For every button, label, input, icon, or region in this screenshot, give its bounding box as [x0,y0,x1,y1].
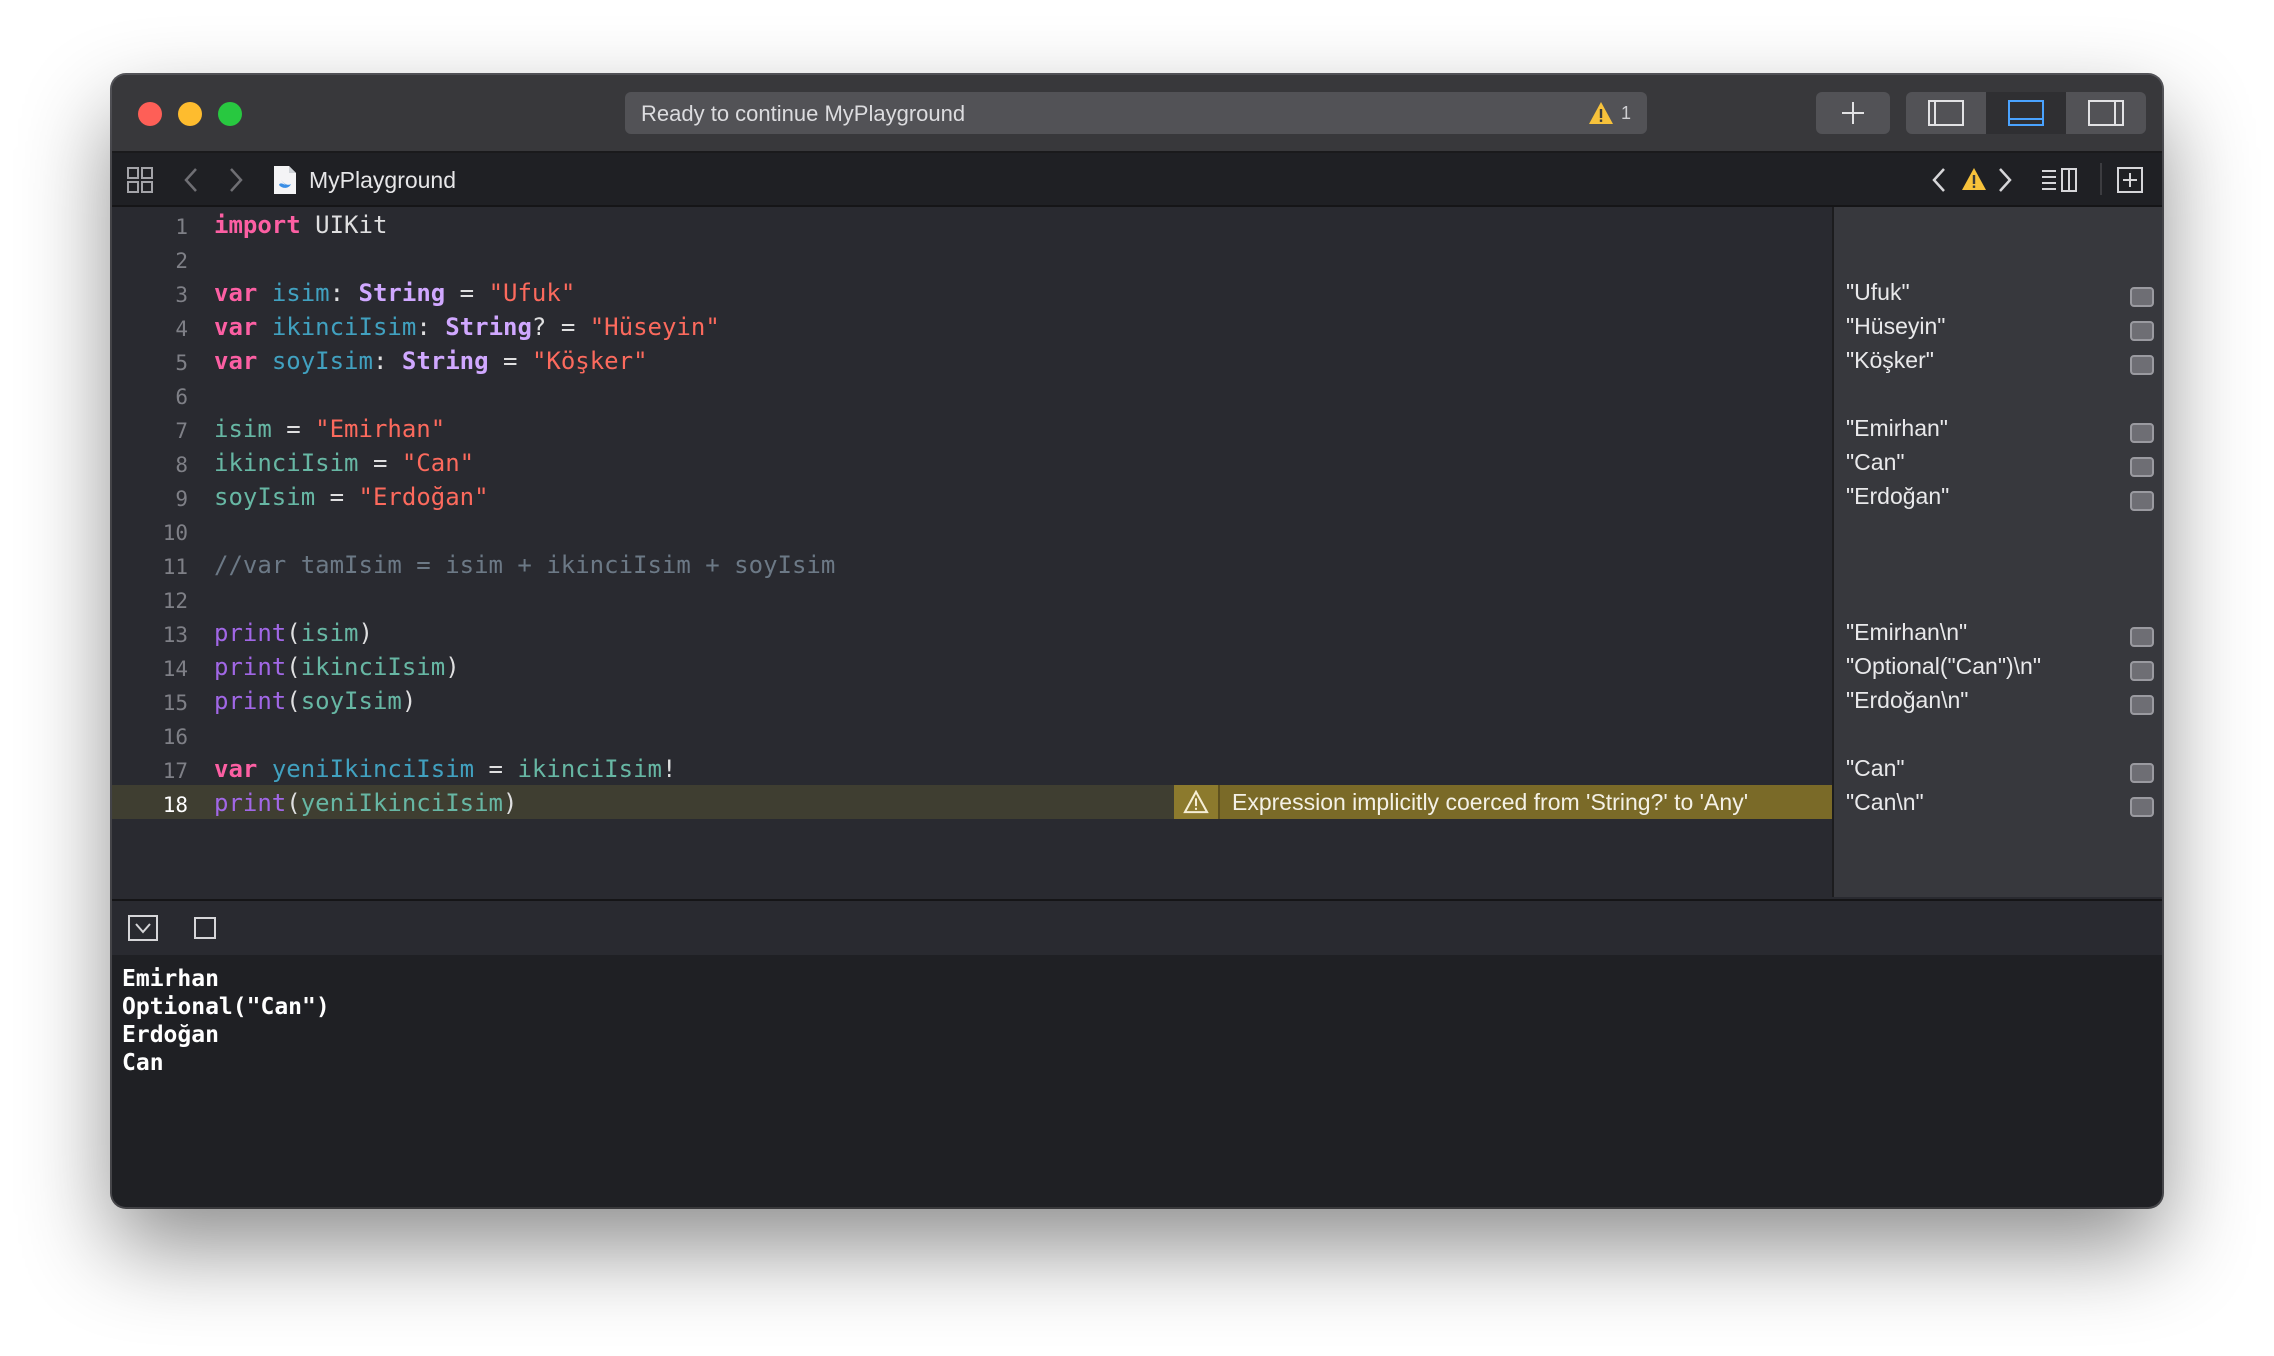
warning-icon[interactable] [1960,166,1988,192]
toggle-inspector-button[interactable] [2066,92,2146,134]
chevron-left-icon[interactable] [182,166,200,194]
left-panel-icon [1928,100,1964,126]
warning-count: 1 [1620,102,1631,123]
plus-icon [1842,102,1864,124]
status-text: Ready to continue MyPlayground [641,101,966,126]
line-number: 15 [162,691,188,715]
results-sidebar: "Ufuk" "Hüseyin" "Köşker" "Emirhan" "Can… [1832,207,2162,897]
quick-look-button[interactable] [2130,457,2154,477]
result-value: "Can" [1846,755,1905,781]
playground-file-icon [274,166,296,194]
result-value: "Erdoğan" [1846,483,1950,509]
result-value: "Ufuk" [1846,279,1910,305]
code-line[interactable]: //var tamIsim = isim + ikinciIsim + soyI… [214,551,835,579]
line-number: 6 [175,385,188,409]
code-line[interactable]: var yeniIkinciIsim = ikinciIsim! [214,755,676,783]
warning-message: Expression implicitly coerced from 'Stri… [1232,788,1749,815]
quick-look-button[interactable] [2130,661,2154,681]
result-value: "Hüseyin" [1846,313,1946,339]
code-line[interactable]: import UIKit [214,211,387,239]
source-editor[interactable]: 1 2 3 4 5 6 7 8 9 10 11 12 13 14 15 16 1… [112,207,1832,1047]
activity-viewer[interactable]: Ready to continue MyPlayground 1 [625,92,1647,134]
result-value: "Erdoğan\n" [1846,687,1969,713]
code-line[interactable]: print(yeniIkinciIsim) [214,789,517,817]
quick-look-button[interactable] [2130,797,2154,817]
result-value: "Can" [1846,449,1905,475]
panel-toggle-group [1906,92,2146,134]
debug-bar [112,899,2162,957]
toggle-navigator-button[interactable] [1906,92,1986,134]
editor-options-icon[interactable] [2040,166,2080,194]
related-items-grid-icon[interactable] [126,166,154,194]
toggle-debug-area-button[interactable] [1986,92,2066,134]
next-issue-icon[interactable] [1996,166,2014,194]
line-number: 11 [162,555,188,579]
right-panel-icon [2088,100,2124,126]
close-window-button[interactable] [138,102,162,126]
code-line[interactable]: print(isim) [214,619,373,647]
console-line: Optional("Can") [122,994,330,1020]
line-number: 8 [175,453,188,477]
line-number: 14 [162,657,188,681]
line-number: 2 [175,249,188,273]
warning-indicator[interactable]: 1 [1587,100,1631,126]
quick-look-button[interactable] [2130,695,2154,715]
result-value: "Optional("Can")\n" [1846,653,2042,679]
chevron-right-icon[interactable] [227,166,245,194]
code-line[interactable]: var soyIsim: String = "Köşker" [214,347,648,375]
jumpbar-divider [2100,163,2102,195]
line-number: 5 [175,351,188,375]
line-number: 16 [162,725,188,749]
warning-icon-cell [1174,785,1220,819]
line-number: 9 [175,487,188,511]
stop-square-icon[interactable] [194,917,216,939]
add-editor-icon[interactable] [2116,166,2144,194]
line-number: 13 [162,623,188,647]
zoom-window-button[interactable] [218,102,242,126]
warning-icon [1183,790,1209,814]
warning-icon [1588,102,1613,124]
library-add-button[interactable] [1816,92,1890,134]
minimize-window-button[interactable] [178,102,202,126]
hide-debug-area-icon[interactable] [128,915,158,941]
title-bar: Ready to continue MyPlayground 1 [112,75,2162,153]
result-value: "Köşker" [1846,347,1934,373]
code-line[interactable]: var ikinciIsim: String? = "Hüseyin" [214,313,720,341]
result-value: "Can\n" [1846,789,1924,815]
console-line: Erdoğan [122,1022,219,1048]
line-number-current: 18 [162,793,188,817]
code-line[interactable]: print(ikinciIsim) [214,653,460,681]
console-line: Can [122,1050,164,1076]
line-number: 4 [175,317,188,341]
breadcrumb-filename[interactable]: MyPlayground [309,167,456,194]
inline-warning-banner[interactable]: Expression implicitly coerced from 'Stri… [1174,785,1832,819]
quick-look-button[interactable] [2130,491,2154,511]
console-output[interactable]: Emirhan Optional("Can") Erdoğan Can [112,955,2162,1207]
line-number: 12 [162,589,188,613]
quick-look-button[interactable] [2130,763,2154,783]
quick-look-button[interactable] [2130,627,2154,647]
bottom-panel-icon [2008,100,2044,126]
console-line: Emirhan [122,966,219,992]
line-number: 17 [162,759,188,783]
quick-look-button[interactable] [2130,287,2154,307]
code-line[interactable]: ikinciIsim = "Can" [214,449,474,477]
quick-look-button[interactable] [2130,423,2154,443]
line-number: 3 [175,283,188,307]
line-number: 10 [162,521,188,545]
code-line[interactable]: var isim: String = "Ufuk" [214,279,575,307]
quick-look-button[interactable] [2130,355,2154,375]
result-value: "Emirhan\n" [1846,619,1968,645]
quick-look-button[interactable] [2130,321,2154,341]
line-number: 7 [175,419,188,443]
xcode-window: Ready to continue MyPlayground 1 MyPlayg… [112,75,2162,1207]
code-line[interactable]: print(soyIsim) [214,687,416,715]
line-number: 1 [175,215,188,239]
code-line[interactable]: soyIsim = "Erdoğan" [214,483,489,511]
result-value: "Emirhan" [1846,415,1948,441]
jump-bar: MyPlayground [112,153,2162,207]
code-line[interactable]: isim = "Emirhan" [214,415,445,443]
previous-issue-icon[interactable] [1930,166,1948,194]
